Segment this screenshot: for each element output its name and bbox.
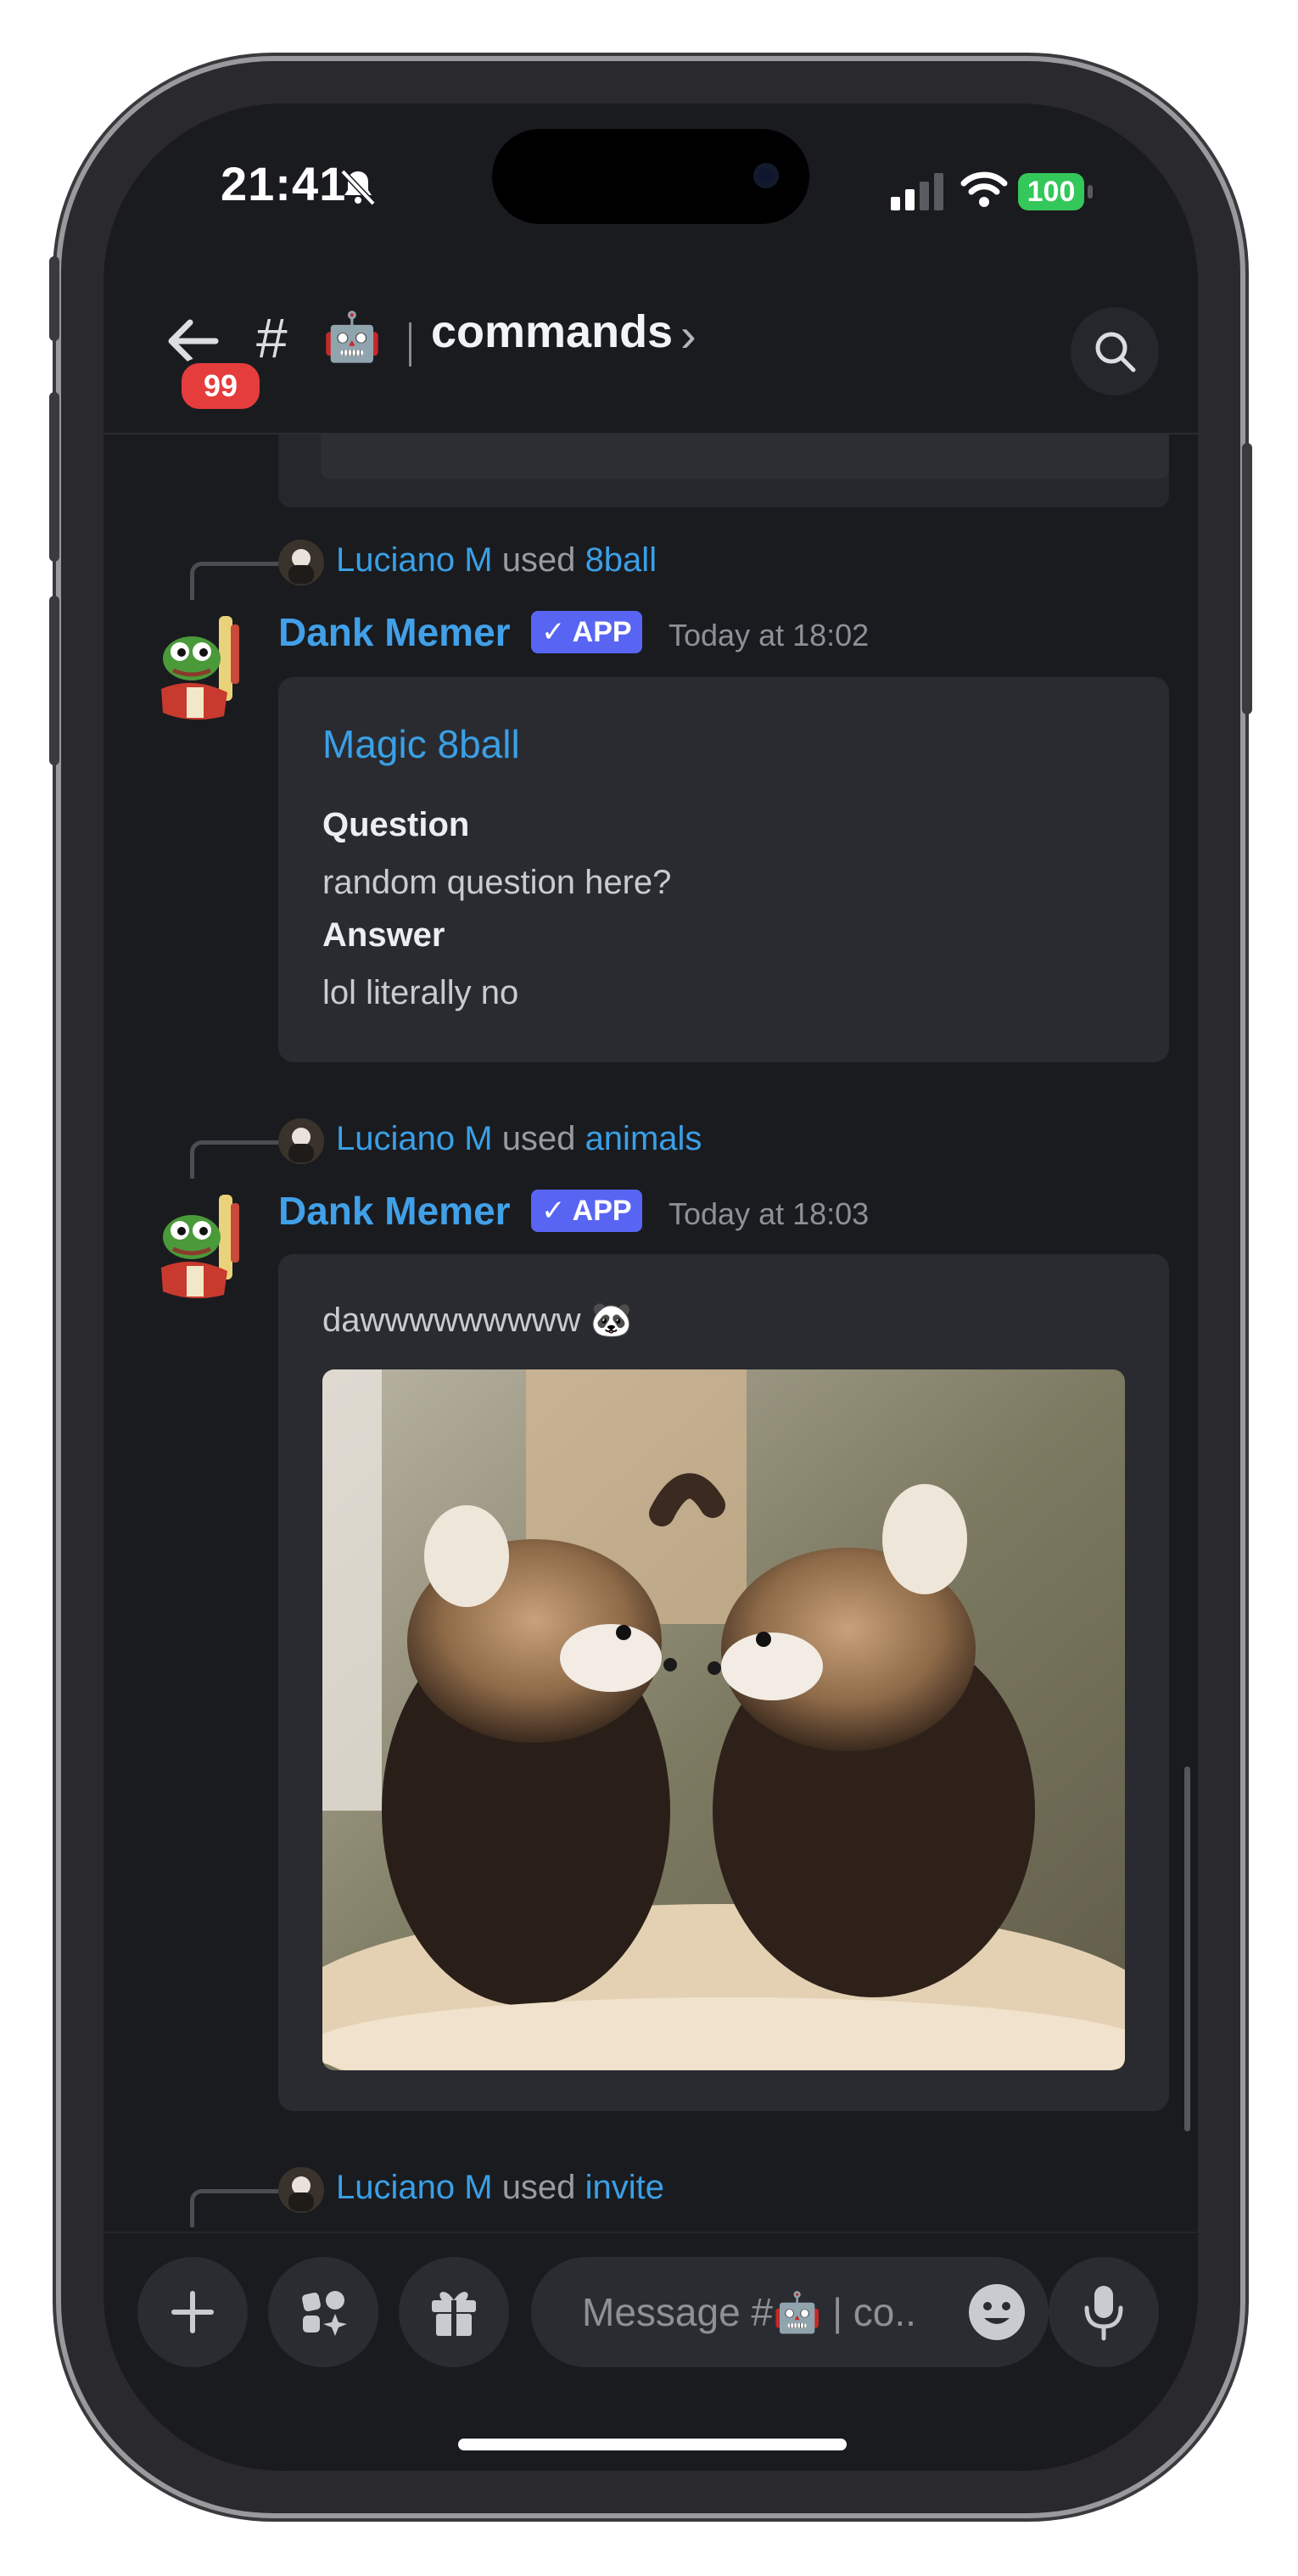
reply-connector	[190, 562, 288, 600]
user-avatar-image	[278, 1118, 324, 1164]
embed-card: dawwwwwwwww 🐼	[278, 1254, 1169, 2111]
embed-field-name: Answer	[322, 916, 445, 954]
reply-context: Luciano M used animals	[336, 1120, 702, 1158]
message-timestamp: Today at 18:02	[669, 618, 870, 652]
reply-verb: used	[501, 2169, 576, 2206]
signal-icon	[891, 173, 943, 210]
embed-description: dawwwwwwwww 🐼	[322, 1302, 633, 1339]
embed-field-value: random question here?	[322, 864, 672, 901]
embed-field-name: Question	[322, 806, 470, 843]
pepe-avatar-image	[161, 616, 239, 720]
reply-verb: used	[501, 1120, 576, 1157]
channel-name[interactable]: commands	[431, 305, 673, 358]
channel-hash-icon: #	[256, 306, 288, 369]
user-avatar-image	[278, 2167, 324, 2213]
action-button	[49, 256, 59, 341]
microphone-icon	[1084, 2286, 1123, 2341]
status-time: 21:41	[221, 157, 347, 210]
emoji-icon[interactable]	[967, 2282, 1027, 2342]
battery-indicator: 100	[1018, 173, 1084, 210]
user-avatar-image	[278, 540, 324, 585]
red-panda-image[interactable]	[322, 1369, 1125, 2070]
scrollbar[interactable]	[1184, 1767, 1190, 2131]
power-button	[1242, 443, 1252, 714]
channel-separator	[409, 322, 411, 367]
voice-message-button[interactable]	[1049, 2257, 1159, 2367]
message-placeholder: Message #🤖 | co..	[582, 2290, 916, 2334]
plus-icon	[171, 2291, 214, 2333]
search-icon	[1095, 332, 1136, 372]
battery-cap	[1088, 185, 1093, 199]
reply-connector	[190, 2189, 288, 2227]
reply-command[interactable]: invite	[585, 2169, 664, 2206]
reply-command[interactable]: 8ball	[585, 541, 657, 579]
wifi-icon	[960, 171, 1008, 207]
screen: 21:41 100 99 # 🤖 commands › Luciano M us…	[104, 104, 1198, 2471]
apps-icon	[302, 2291, 347, 2336]
reply-context: Luciano M used invite	[336, 2169, 664, 2207]
composer-divider	[104, 2232, 1198, 2233]
reply-avatar[interactable]	[278, 2167, 324, 2213]
embed-field-value: lol literally no	[322, 974, 519, 1011]
reply-avatar[interactable]	[278, 1118, 324, 1164]
reply-command[interactable]: animals	[585, 1120, 702, 1157]
reply-username[interactable]: Luciano M	[336, 541, 493, 579]
search-button[interactable]	[1071, 307, 1159, 395]
reply-username[interactable]: Luciano M	[336, 1120, 493, 1157]
home-indicator[interactable]	[458, 2439, 847, 2450]
phone-frame: 21:41 100 99 # 🤖 commands › Luciano M us…	[49, 61, 1252, 2513]
embed-card: Magic 8ball Question random question her…	[278, 677, 1169, 1062]
notification-badge: 99	[176, 358, 265, 414]
volume-up-button	[49, 392, 59, 562]
bell-slash-icon	[340, 169, 376, 206]
previous-embed-button[interactable]	[321, 434, 1169, 479]
gift-button[interactable]	[399, 2257, 509, 2367]
embed-title[interactable]: Magic 8ball	[322, 721, 520, 767]
chevron-right-icon[interactable]: ›	[680, 307, 697, 362]
front-camera	[753, 163, 779, 188]
reply-verb: used	[501, 541, 576, 579]
apps-button[interactable]	[268, 2257, 378, 2367]
reply-context: Luciano M used 8ball	[336, 541, 657, 580]
author-name[interactable]: Dank Memer	[278, 609, 511, 655]
app-badge: ✓ APP	[531, 611, 642, 653]
gift-icon	[432, 2292, 476, 2336]
app-badge: ✓ APP	[531, 1190, 642, 1232]
author-avatar[interactable]	[143, 608, 261, 726]
reply-username[interactable]: Luciano M	[336, 2169, 493, 2206]
author-name[interactable]: Dank Memer	[278, 1188, 511, 1234]
add-attachment-button[interactable]	[137, 2257, 248, 2367]
reply-connector	[190, 1140, 288, 1179]
reply-avatar[interactable]	[278, 540, 324, 585]
pepe-avatar-image	[161, 1195, 239, 1299]
channel-emoji: 🤖	[322, 310, 382, 363]
author-avatar[interactable]	[143, 1186, 261, 1305]
message-timestamp: Today at 18:03	[669, 1196, 870, 1231]
volume-down-button	[49, 596, 59, 765]
